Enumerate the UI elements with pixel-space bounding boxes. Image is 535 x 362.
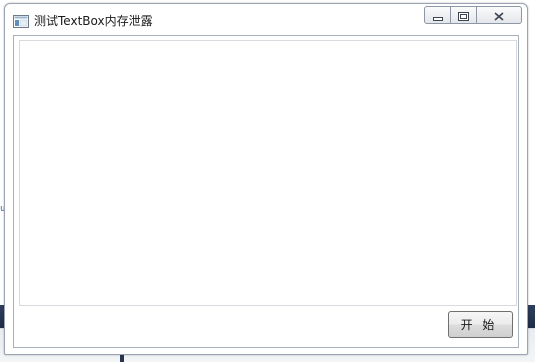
client-area: 开 始 — [13, 35, 519, 348]
window-title: 测试TextBox内存泄露 — [34, 14, 153, 28]
minimize-button[interactable] — [424, 6, 451, 24]
output-textbox[interactable] — [19, 40, 517, 306]
title-bar[interactable]: 测试TextBox内存泄露 — [5, 4, 527, 34]
main-window: 测试TextBox内存泄露 开 始 — [4, 3, 528, 355]
close-button[interactable] — [477, 6, 522, 24]
caption-buttons — [424, 6, 522, 24]
window-app-icon — [13, 13, 29, 28]
start-button[interactable]: 开 始 — [448, 311, 513, 338]
minimize-icon — [432, 6, 443, 25]
close-icon — [494, 6, 504, 25]
maximize-icon — [458, 6, 469, 25]
maximize-button[interactable] — [451, 6, 477, 24]
